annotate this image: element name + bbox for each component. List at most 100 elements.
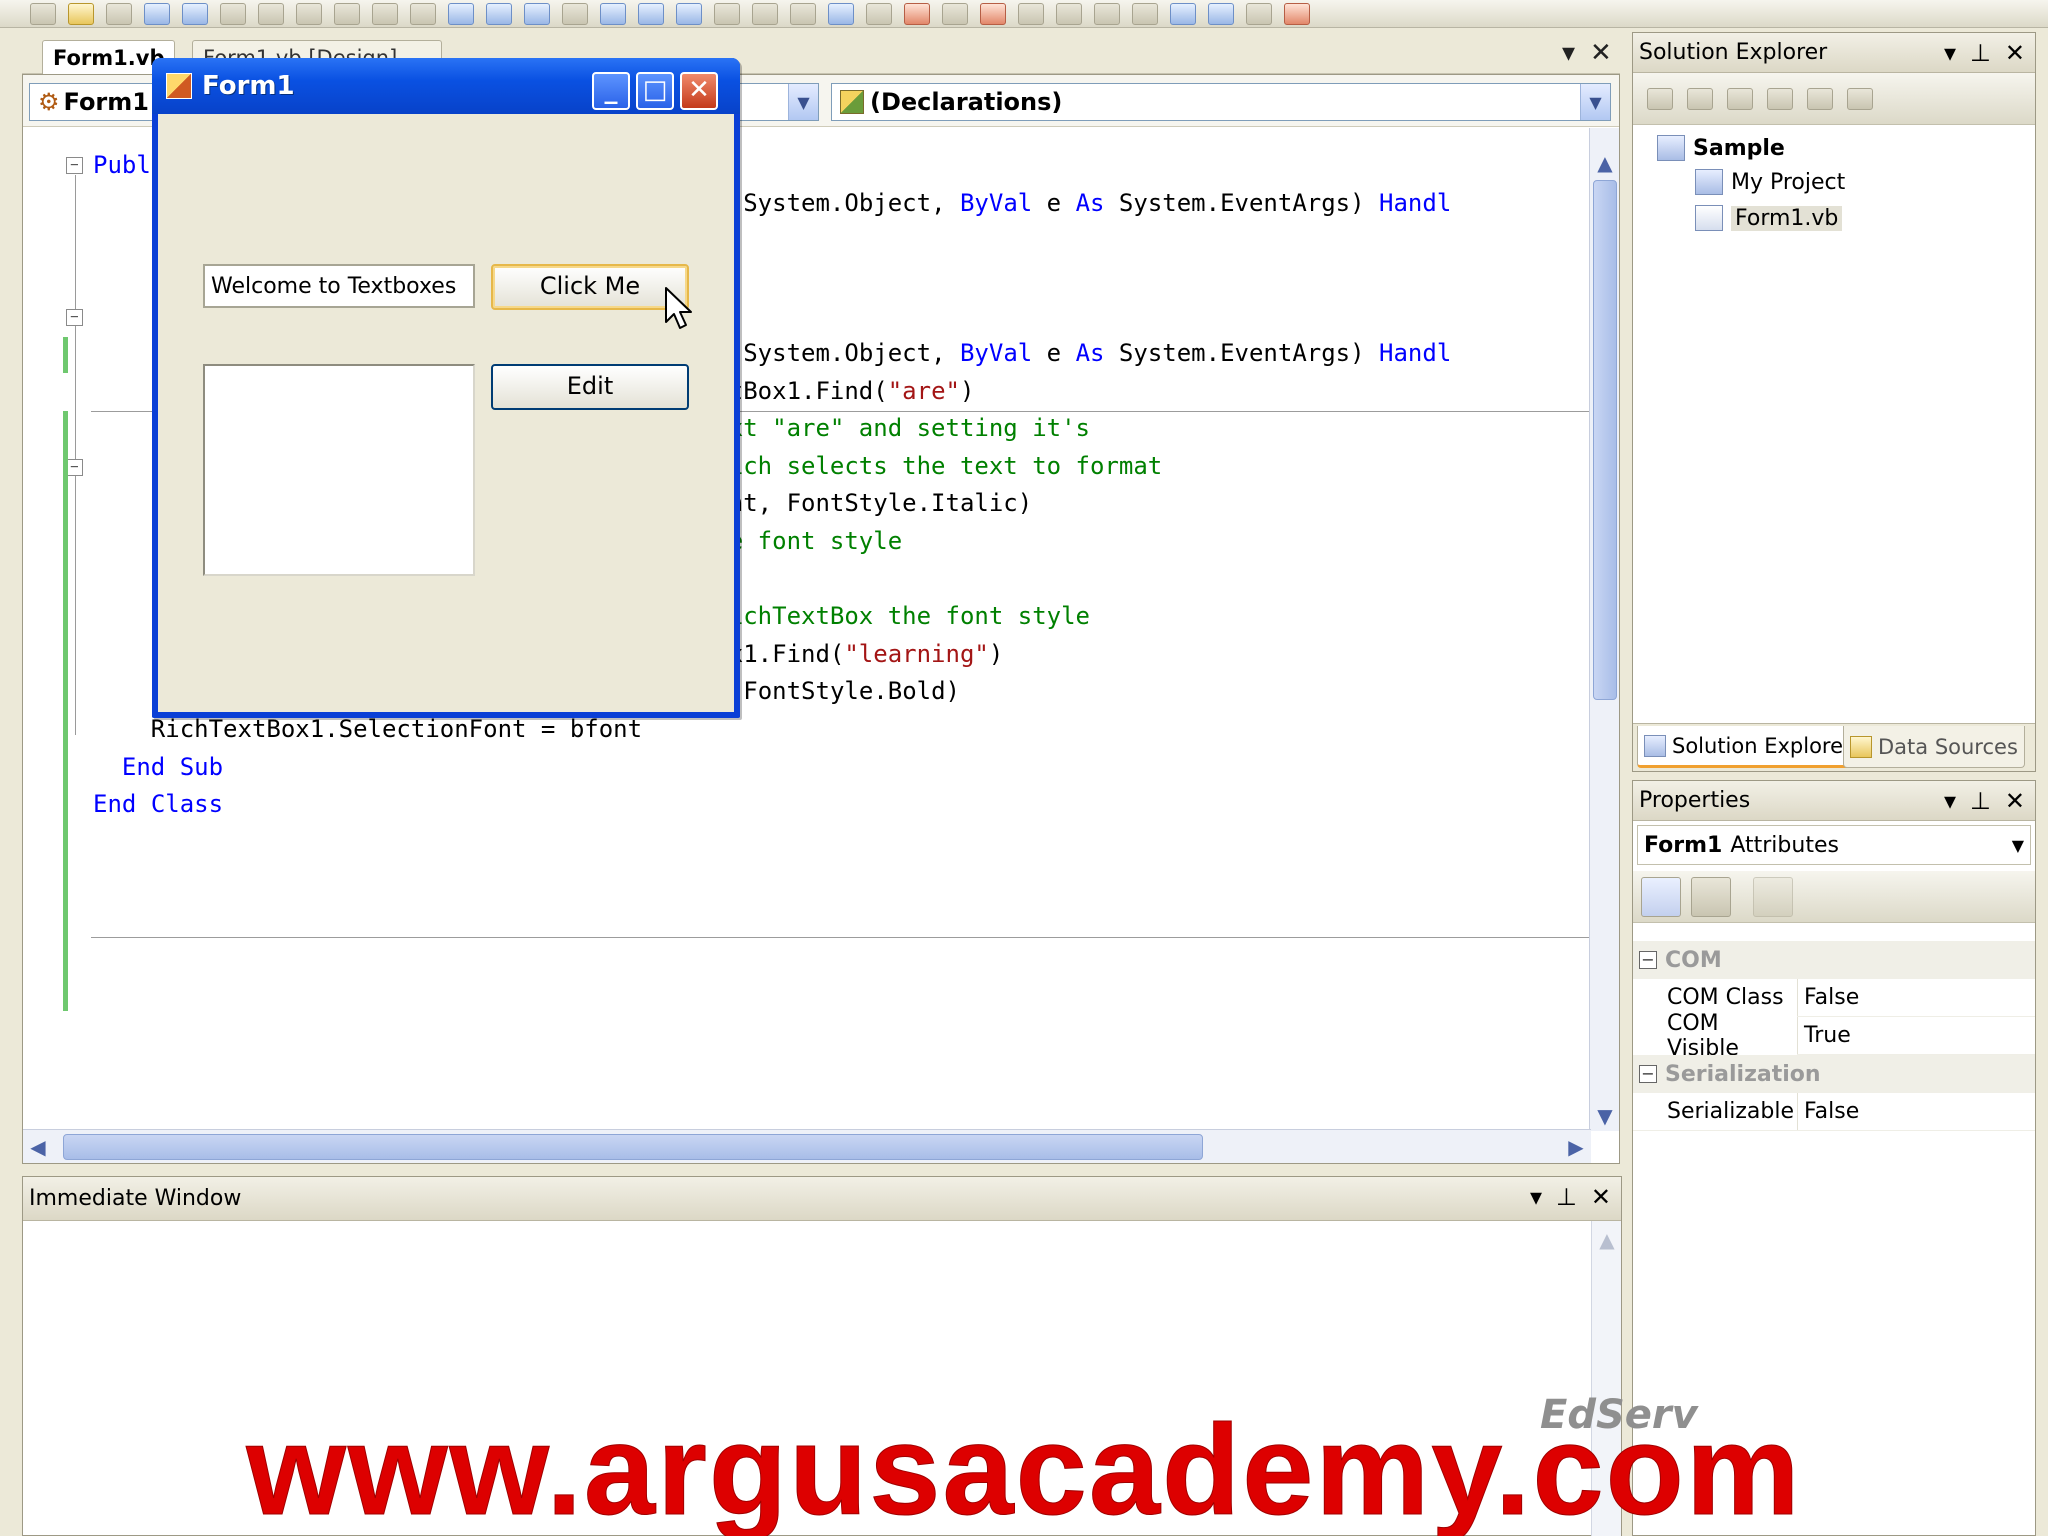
textbox1-input[interactable]: Welcome to Textboxes xyxy=(203,264,475,308)
paste-icon[interactable] xyxy=(296,2,322,25)
properties-icon[interactable] xyxy=(1647,87,1673,110)
step-over-icon[interactable] xyxy=(752,2,778,25)
show-all-files-icon[interactable] xyxy=(1687,87,1713,110)
comment-icon[interactable] xyxy=(372,2,398,25)
undo-icon[interactable] xyxy=(448,2,474,25)
tree-item-my-project[interactable]: My Project xyxy=(1695,169,1845,195)
collapse-icon[interactable]: − xyxy=(1639,1065,1657,1083)
property-row-com-visible[interactable]: COM Visible True xyxy=(1633,1010,2035,1061)
property-value[interactable]: False xyxy=(1797,979,1859,1016)
code-line[interactable]: End Class xyxy=(93,786,1451,824)
property-category-com[interactable]: − COM xyxy=(1633,941,2035,979)
chevron-down-icon[interactable]: ▼ xyxy=(2012,836,2024,855)
class-diagram-icon[interactable] xyxy=(1847,87,1873,110)
scroll-left-icon[interactable]: ◀ xyxy=(23,1132,53,1162)
view-designer-icon[interactable] xyxy=(1807,87,1833,110)
minimize-button[interactable]: _ xyxy=(592,72,630,110)
solution-explorer-icon[interactable] xyxy=(866,2,892,25)
property-category-serialization[interactable]: − Serialization xyxy=(1633,1055,2035,1093)
navigate-forward-icon[interactable] xyxy=(562,2,588,25)
chevron-down-icon[interactable]: ▼ xyxy=(1580,84,1610,120)
scroll-right-icon[interactable]: ▶ xyxy=(1561,1132,1591,1162)
property-value[interactable]: True xyxy=(1797,1017,1851,1054)
collapse-method-icon[interactable]: − xyxy=(66,309,83,326)
maximize-button[interactable]: □ xyxy=(636,72,674,110)
lock-controls-icon[interactable] xyxy=(1284,2,1310,25)
save-all-icon[interactable] xyxy=(182,2,208,25)
close-document-icon[interactable]: ✕ xyxy=(1590,38,1612,68)
tree-item-form1-vb[interactable]: Form1.vb xyxy=(1695,205,1843,231)
start-page-icon[interactable] xyxy=(1018,2,1044,25)
scroll-up-icon[interactable]: ▲ xyxy=(1592,1225,1622,1255)
size-icon[interactable] xyxy=(1170,2,1196,25)
save-icon[interactable] xyxy=(144,2,170,25)
close-pane-icon[interactable]: ✕ xyxy=(2005,787,2025,815)
scroll-up-icon[interactable]: ▲ xyxy=(1590,148,1620,178)
view-code-icon[interactable] xyxy=(1767,87,1793,110)
code-gutter xyxy=(23,128,63,1131)
order-icon[interactable] xyxy=(1246,2,1272,25)
refresh-icon[interactable] xyxy=(1727,87,1753,110)
edit-button[interactable]: Edit xyxy=(491,364,689,410)
categorized-icon[interactable] xyxy=(1641,876,1681,917)
chevron-down-icon[interactable]: ▼ xyxy=(788,84,818,120)
toolbar-options-icon[interactable] xyxy=(1056,2,1082,25)
tab-solution-explorer[interactable]: Solution Explorer xyxy=(1637,726,1859,768)
tree-item-solution[interactable]: Sample xyxy=(1657,135,1785,161)
vertical-scroll-thumb[interactable] xyxy=(1593,180,1617,700)
auto-hide-pin-icon[interactable]: ⊥ xyxy=(1556,1183,1577,1211)
new-project-icon[interactable] xyxy=(30,2,56,25)
property-row-serializable[interactable]: Serializable False xyxy=(1633,1093,2035,1131)
toolbox-icon[interactable] xyxy=(942,2,968,25)
richtextbox1-input[interactable] xyxy=(203,364,475,576)
window-position-icon[interactable]: ▾ xyxy=(1944,39,1956,67)
collapse-icon[interactable]: − xyxy=(1639,951,1657,969)
form1-titlebar[interactable]: Form1 _ □ ✕ xyxy=(152,58,740,114)
redo-icon[interactable] xyxy=(486,2,512,25)
break-all-icon[interactable] xyxy=(638,2,664,25)
layout-icon[interactable] xyxy=(1094,2,1120,25)
properties-window-icon[interactable] xyxy=(904,2,930,25)
property-value[interactable]: False xyxy=(1797,1093,1859,1130)
navigate-back-icon[interactable] xyxy=(524,2,550,25)
find-icon[interactable] xyxy=(334,2,360,25)
vertical-scrollbar[interactable]: ▲ ▼ xyxy=(1589,128,1619,1131)
properties-object-selector[interactable]: Form1 Attributes ▼ xyxy=(1637,825,2031,865)
add-item-icon[interactable] xyxy=(106,2,132,25)
open-file-icon[interactable] xyxy=(68,2,94,25)
window-position-icon[interactable]: ▾ xyxy=(1944,787,1956,815)
scroll-down-icon[interactable]: ▼ xyxy=(1590,1101,1620,1131)
immediate-window-header: Immediate Window ▾ ⊥ ✕ xyxy=(23,1177,1621,1221)
step-out-icon[interactable] xyxy=(790,2,816,25)
auto-hide-pin-icon[interactable]: ⊥ xyxy=(1970,787,1991,815)
step-into-icon[interactable] xyxy=(714,2,740,25)
spacing-icon[interactable] xyxy=(1208,2,1234,25)
object-name: Form1 xyxy=(1644,832,1723,858)
code-line[interactable]: End Sub xyxy=(93,749,1451,787)
object-browser-icon[interactable] xyxy=(980,2,1006,25)
stop-debugging-icon[interactable] xyxy=(676,2,702,25)
close-window-button[interactable]: ✕ xyxy=(680,72,718,110)
alphabetical-icon[interactable] xyxy=(1691,876,1731,917)
start-debugging-icon[interactable] xyxy=(600,2,626,25)
window-position-icon[interactable]: ▾ xyxy=(1530,1183,1542,1211)
click-me-button[interactable]: Click Me xyxy=(491,264,689,310)
property-name: Serializable xyxy=(1633,1099,1797,1124)
close-pane-icon[interactable]: ✕ xyxy=(1591,1183,1611,1211)
cut-icon[interactable] xyxy=(220,2,246,25)
tree-item-label: Sample xyxy=(1693,135,1785,161)
find-in-files-icon[interactable] xyxy=(828,2,854,25)
collapse-class-icon[interactable]: − xyxy=(66,157,83,174)
uncomment-icon[interactable] xyxy=(410,2,436,25)
close-pane-icon[interactable]: ✕ xyxy=(2005,39,2025,67)
copy-icon[interactable] xyxy=(258,2,284,25)
active-files-dropdown-icon[interactable]: ▾ xyxy=(1562,38,1575,68)
method-name-combo[interactable]: (Declarations) ▼ xyxy=(831,83,1611,121)
horizontal-scroll-thumb[interactable] xyxy=(63,1134,1203,1160)
align-icon[interactable] xyxy=(1132,2,1158,25)
property-pages-icon[interactable] xyxy=(1753,876,1793,917)
auto-hide-pin-icon[interactable]: ⊥ xyxy=(1970,39,1991,67)
horizontal-scrollbar[interactable]: ◀ ▶ xyxy=(23,1129,1591,1163)
collapse-method-icon[interactable]: − xyxy=(66,459,83,476)
tab-data-sources[interactable]: Data Sources xyxy=(1843,726,2025,768)
